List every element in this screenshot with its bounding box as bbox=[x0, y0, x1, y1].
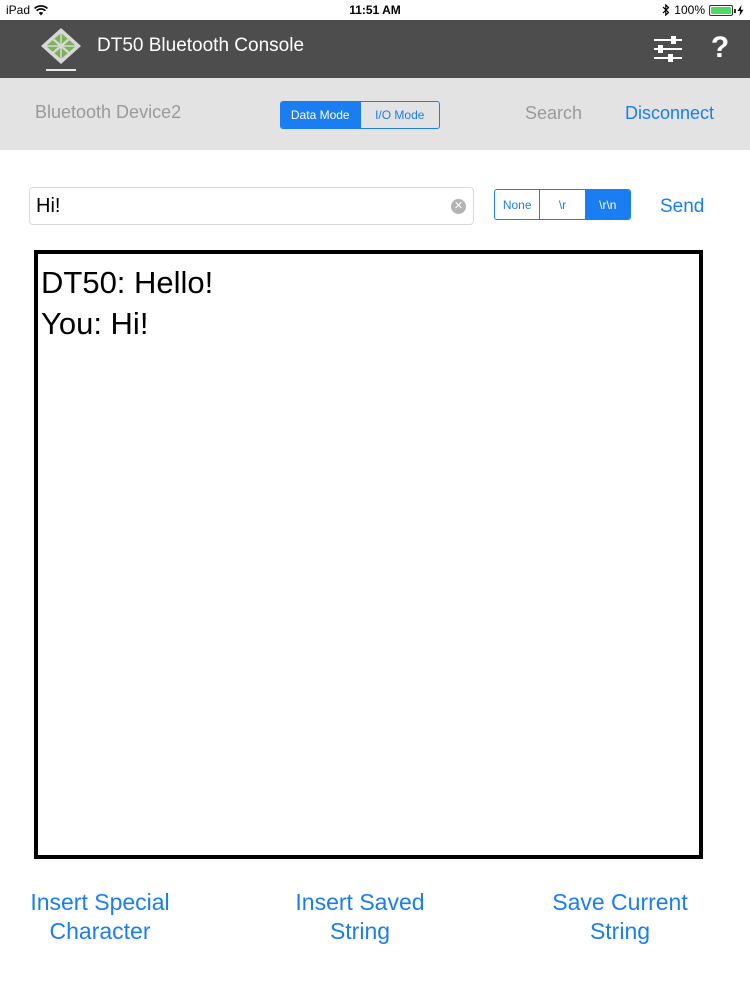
app-title: DT50 Bluetooth Console bbox=[97, 35, 305, 56]
button-label-line: String bbox=[329, 918, 391, 944]
disconnect-button[interactable]: Disconnect bbox=[625, 103, 714, 124]
status-right: 100% bbox=[662, 3, 744, 17]
button-label-line: Insert Special bbox=[30, 889, 170, 915]
console-output[interactable]: DT50: Hello! You: Hi! bbox=[34, 250, 703, 859]
status-time: 11:51 AM bbox=[349, 3, 401, 17]
button-label-line: Save Current bbox=[552, 889, 688, 915]
mode-segmented-control: Data Mode I/O Mode bbox=[280, 101, 440, 129]
button-label-line: Insert Saved bbox=[295, 889, 425, 915]
line-ending-segmented-control: None \r \r\n bbox=[494, 189, 631, 220]
battery-icon bbox=[709, 4, 736, 16]
battery-tip bbox=[734, 8, 736, 13]
save-current-string-button[interactable]: Save Current String bbox=[540, 888, 700, 946]
clear-text-icon[interactable]: ✕ bbox=[451, 199, 466, 214]
app-logo bbox=[41, 28, 81, 71]
insert-special-character-button[interactable]: Insert Special Character bbox=[20, 888, 180, 946]
device-bar: Bluetooth Device2 Data Mode I/O Mode Sea… bbox=[0, 78, 750, 150]
settings-sliders-icon[interactable] bbox=[652, 34, 684, 64]
charging-icon bbox=[737, 4, 744, 16]
console-line: DT50: Hello! bbox=[41, 265, 214, 300]
console-line: You: Hi! bbox=[41, 306, 149, 341]
device-name: Bluetooth Device2 bbox=[35, 102, 182, 122]
help-icon[interactable]: ? bbox=[708, 30, 732, 66]
line-ending-cr[interactable]: \r bbox=[539, 190, 584, 219]
message-input-field: ✕ bbox=[29, 187, 474, 225]
title-bar: DT50 Bluetooth Console ? bbox=[0, 20, 750, 78]
line-ending-none[interactable]: None bbox=[495, 190, 539, 219]
battery-level bbox=[711, 6, 731, 14]
status-bar: iPad 11:51 AM 100% bbox=[0, 0, 750, 20]
line-ending-crlf[interactable]: \r\n bbox=[584, 190, 630, 219]
send-button[interactable]: Send bbox=[660, 196, 704, 218]
bluetooth-icon bbox=[662, 4, 670, 16]
button-label-line: String bbox=[589, 918, 651, 944]
button-label-line: Character bbox=[49, 918, 151, 944]
battery-percent: 100% bbox=[674, 3, 705, 17]
search-button[interactable]: Search bbox=[525, 103, 582, 124]
insert-saved-string-button[interactable]: Insert Saved String bbox=[280, 888, 440, 946]
data-mode-tab[interactable]: Data Mode bbox=[281, 102, 360, 128]
message-input[interactable] bbox=[36, 188, 446, 224]
io-mode-tab[interactable]: I/O Mode bbox=[359, 102, 440, 128]
